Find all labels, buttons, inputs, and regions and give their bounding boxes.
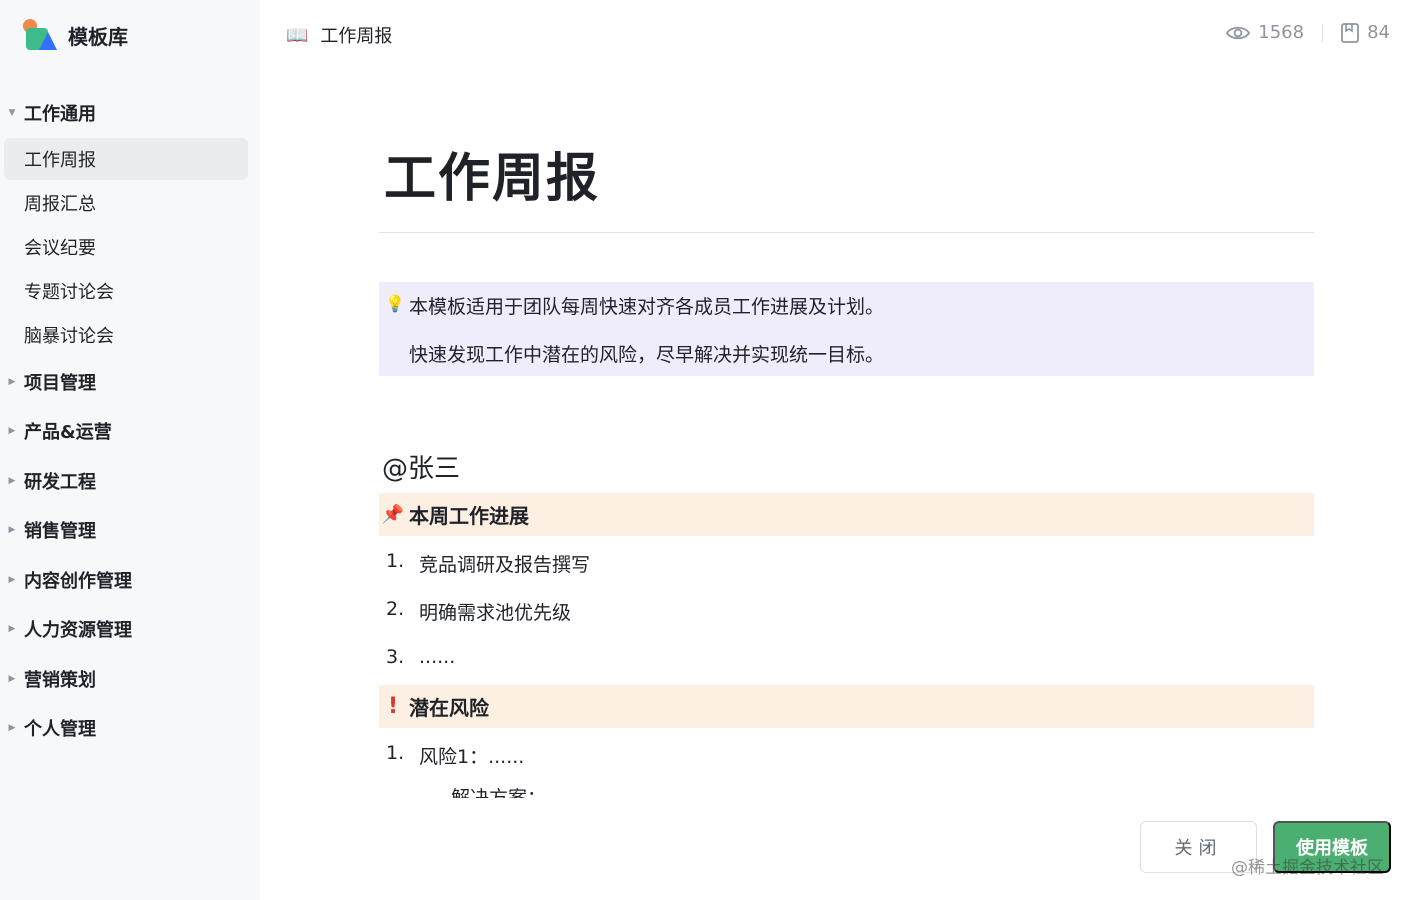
callout-line-1: 本模板适用于团队每周快速对齐各成员工作进展及计划。	[409, 296, 885, 318]
caret-right-icon: ▶	[8, 575, 16, 585]
nav-group-label: 产品&运营	[24, 422, 112, 443]
caret-right-icon: ▶	[8, 723, 16, 733]
list-text: 风险1：......	[419, 746, 525, 768]
doc-title: 工作周报	[384, 149, 601, 209]
list-item: 1. 竞品调研及报告撰写	[386, 550, 590, 577]
template-doc-icon	[1341, 22, 1359, 43]
sidebar-item-weekly-summary[interactable]: 周报汇总	[4, 182, 248, 224]
sidebar-item-brainstorm[interactable]: 脑暴讨论会	[4, 314, 248, 356]
caret-right-icon: ▶	[8, 377, 16, 387]
list-number: 2.	[386, 598, 405, 620]
progress-section-label: 本周工作进展	[409, 504, 529, 528]
list-text: 明确需求池优先级	[419, 602, 572, 624]
caret-right-icon: ▶	[8, 476, 16, 486]
callout-block: 💡 本模板适用于团队每周快速对齐各成员工作进展及计划。 快速发现工作中潜在的风险…	[379, 282, 1314, 376]
template-library-logo-icon	[22, 18, 58, 52]
clipped-sub-item: 解决方案：	[451, 787, 547, 798]
nav-group-product-operations[interactable]: ▶ 产品&运营	[0, 413, 260, 449]
book-icon: 📖	[286, 24, 309, 46]
caret-right-icon: ▶	[8, 525, 16, 535]
nav-group-label: 人力资源管理	[24, 620, 132, 641]
sidebar-item-topic-discussion[interactable]: 专题讨论会	[4, 270, 248, 312]
stats-divider	[1322, 23, 1324, 42]
preview-header-title: 📖 工作周报	[286, 22, 392, 48]
nav-group-label: 营销策划	[24, 670, 96, 691]
list-number: 1.	[386, 550, 405, 572]
watermark: @稀土掘金技术社区	[1231, 858, 1384, 878]
sidebar-item-weekly-report[interactable]: 工作周报	[4, 138, 248, 180]
sidebar-item-meeting-minutes[interactable]: 会议纪要	[4, 226, 248, 268]
caret-right-icon: ▶	[8, 674, 16, 684]
pushpin-icon: 📌	[381, 504, 405, 525]
nav-group-project-management[interactable]: ▶ 项目管理	[0, 364, 260, 400]
nav-group-sales-management[interactable]: ▶ 销售管理	[0, 512, 260, 548]
nav-group-rd-engineering[interactable]: ▶ 研发工程	[0, 463, 260, 499]
nav-group-content-creation[interactable]: ▶ 内容创作管理	[0, 562, 260, 598]
caret-right-icon: ▶	[8, 426, 16, 436]
use-count: 84	[1341, 22, 1390, 43]
caret-down-icon: ▼	[8, 108, 16, 118]
list-item: 2. 明确需求池优先级	[386, 598, 571, 625]
nav-group-label: 销售管理	[24, 521, 96, 542]
user-mention[interactable]: @张三	[382, 448, 460, 485]
nav-group-work-general[interactable]: ▼ 工作通用	[0, 95, 260, 131]
brand[interactable]: 模板库	[22, 18, 128, 52]
caret-right-icon: ▶	[8, 624, 16, 634]
template-stats: 1568 84	[1226, 22, 1390, 43]
use-count-value: 84	[1367, 22, 1390, 43]
nav-group-label: 内容创作管理	[24, 571, 132, 592]
callout-line-2: 快速发现工作中潜在的风险，尽早解决并实现统一目标。	[409, 344, 885, 366]
lightbulb-icon: 💡	[385, 294, 405, 313]
risk-section-label: 潜在风险	[409, 696, 489, 720]
title-divider	[379, 232, 1314, 233]
list-number: 1.	[386, 742, 405, 764]
nav-group-marketing[interactable]: ▶ 营销策划	[0, 661, 260, 697]
nav-group-personal-management[interactable]: ▶ 个人管理	[0, 710, 260, 746]
sidebar: 模板库 ▼ 工作通用 工作周报 周报汇总 会议纪要 专题讨论会 脑暴讨论会 ▶ …	[0, 0, 260, 900]
list-text: ......	[419, 646, 456, 668]
nav-group-hr-management[interactable]: ▶ 人力资源管理	[0, 611, 260, 647]
list-item: 3. ......	[386, 646, 455, 668]
nav-group-label: 研发工程	[24, 472, 96, 493]
brand-name: 模板库	[68, 24, 128, 49]
exclamation-icon: !	[387, 694, 399, 719]
view-count: 1568	[1226, 22, 1304, 43]
view-count-value: 1568	[1258, 22, 1305, 43]
list-number: 3.	[386, 646, 405, 668]
header-title-text: 工作周报	[320, 26, 393, 47]
list-text: 竞品调研及报告撰写	[419, 554, 591, 576]
nav-group-label: 工作通用	[24, 104, 96, 125]
eye-icon	[1226, 26, 1251, 39]
nav-group-label: 项目管理	[24, 373, 96, 394]
list-item: 1. 风险1：......	[386, 742, 524, 769]
progress-section-header: 📌 本周工作进展	[379, 493, 1314, 536]
nav-group-label: 个人管理	[24, 719, 96, 740]
risk-section-header: ! 潜在风险	[379, 685, 1314, 728]
